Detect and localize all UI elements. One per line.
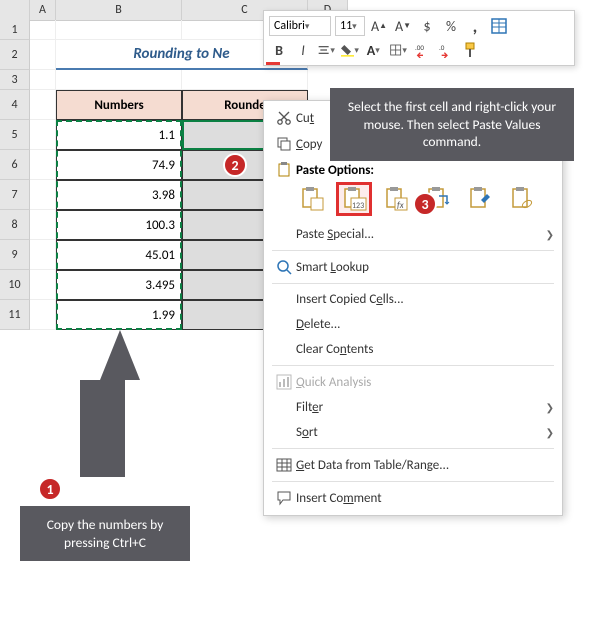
callout-copy: Copy the numbers by pressing Ctrl+C	[20, 506, 190, 561]
menu-paste-special[interactable]: Paste Special... ❯	[264, 222, 562, 247]
chevron-right-icon: ❯	[546, 401, 554, 414]
row-9[interactable]: 9	[0, 240, 30, 270]
filter-label: Filter	[296, 400, 546, 415]
grow-font-icon[interactable]: A▲	[369, 16, 389, 36]
font-size[interactable]: 11▾	[335, 16, 365, 36]
percent-icon[interactable]: %	[441, 16, 461, 36]
col-A[interactable]: A	[30, 0, 56, 20]
badge-2: 2	[223, 153, 247, 177]
decrease-decimal-icon[interactable]: .00	[413, 40, 433, 60]
callout-paste-values: Select the first cell and right-click yo…	[330, 88, 574, 161]
menu-get-data[interactable]: Get Data from Table/Range...	[264, 452, 562, 478]
align-icon[interactable]: ▾	[317, 40, 337, 60]
sort-label: Sort	[296, 425, 546, 440]
delete-label: Delete...	[296, 317, 554, 332]
menu-smart-lookup[interactable]: Smart Lookup	[264, 254, 562, 280]
menu-delete[interactable]: Delete...	[264, 312, 562, 337]
paste-options-heading: Paste Options:	[296, 163, 374, 178]
row-11[interactable]: 11	[0, 300, 30, 330]
badge-3: 3	[413, 192, 437, 216]
copy-icon	[272, 136, 296, 152]
menu-insert-copied[interactable]: Insert Copied Cells...	[264, 287, 562, 312]
comma-icon[interactable]: ,	[465, 16, 485, 36]
lookup-icon	[272, 259, 296, 275]
paste-formatting-icon[interactable]	[464, 184, 496, 214]
col-B[interactable]: B	[56, 0, 182, 20]
menu-filter[interactable]: Filter ❯	[264, 395, 562, 420]
shrink-font-icon[interactable]: A▼	[393, 16, 413, 36]
paste-all-icon[interactable]	[296, 184, 328, 214]
font-color-icon[interactable]: A▾	[365, 40, 385, 60]
insert-copied-label: Insert Copied Cells...	[296, 292, 554, 307]
cell-B5[interactable]: 1.1	[56, 120, 182, 150]
row-7[interactable]: 7	[0, 180, 30, 210]
badge-1: 1	[38, 477, 62, 501]
paste-formulas-icon[interactable]: fx	[380, 184, 412, 214]
menu-quick-analysis: Quick Analysis	[264, 369, 562, 395]
paste-values-icon[interactable]: 123	[338, 184, 370, 214]
get-data-label: Get Data from Table/Range...	[296, 458, 554, 473]
paste-icon	[272, 162, 296, 178]
paste-special-label: Paste Special...	[296, 227, 546, 242]
clear-label: Clear Contents	[296, 342, 554, 357]
paste-link-icon[interactable]	[506, 184, 538, 214]
svg-text:.00: .00	[415, 43, 424, 52]
table-format-icon[interactable]	[489, 16, 509, 36]
smart-lookup-label: Smart Lookup	[296, 260, 554, 275]
cell-B6[interactable]: 74.9	[56, 150, 182, 180]
table-icon	[272, 457, 296, 473]
cell-B7[interactable]: 3.98	[56, 180, 182, 210]
row-10[interactable]: 10	[0, 270, 30, 300]
menu-sort[interactable]: Sort ❯	[264, 420, 562, 445]
cell-B11[interactable]: 1.99	[56, 300, 182, 330]
quick-analysis-icon	[272, 374, 296, 390]
row-1[interactable]: 1	[0, 20, 30, 40]
comment-icon	[272, 490, 296, 506]
scissors-icon	[272, 110, 296, 126]
callout-arrow-1	[80, 330, 140, 510]
cell-B9[interactable]: 45.01	[56, 240, 182, 270]
chevron-right-icon: ❯	[546, 426, 554, 439]
context-menu: Cut Copy Paste Options: 123 fx Paste Spe…	[263, 100, 563, 516]
cell-B10[interactable]: 3.495	[56, 270, 182, 300]
svg-text:fx: fx	[397, 200, 404, 211]
row-8[interactable]: 8	[0, 210, 30, 240]
row-2[interactable]: 2	[0, 40, 30, 70]
currency-icon[interactable]: $	[417, 16, 437, 36]
fill-color-icon[interactable]: ▾	[341, 40, 361, 60]
header-numbers[interactable]: Numbers	[56, 90, 182, 120]
italic-icon[interactable]: I	[293, 40, 313, 60]
menu-clear[interactable]: Clear Contents	[264, 337, 562, 362]
row-6[interactable]: 6	[0, 150, 30, 180]
quick-analysis-label: Quick Analysis	[296, 375, 554, 390]
svg-text:123: 123	[352, 201, 364, 211]
bold-icon[interactable]: B	[269, 40, 289, 60]
svg-text:.0: .0	[439, 43, 445, 52]
row-4[interactable]: 4	[0, 90, 30, 120]
row-5[interactable]: 5	[0, 120, 30, 150]
insert-comment-label: Insert Comment	[296, 491, 554, 506]
font-selector[interactable]: Calibri▾	[269, 16, 331, 36]
mini-toolbar: Calibri▾ 11▾ A▲ A▼ $ % , B I ▾ ▾ A▾ ▾ .0…	[263, 10, 575, 66]
menu-insert-comment[interactable]: Insert Comment	[264, 485, 562, 511]
border-icon[interactable]: ▾	[389, 40, 409, 60]
format-painter-icon[interactable]	[461, 40, 481, 60]
chevron-right-icon: ❯	[546, 228, 554, 241]
cell-B8[interactable]: 100.3	[56, 210, 182, 240]
increase-decimal-icon[interactable]: .0	[437, 40, 457, 60]
row-3[interactable]: 3	[0, 70, 30, 90]
